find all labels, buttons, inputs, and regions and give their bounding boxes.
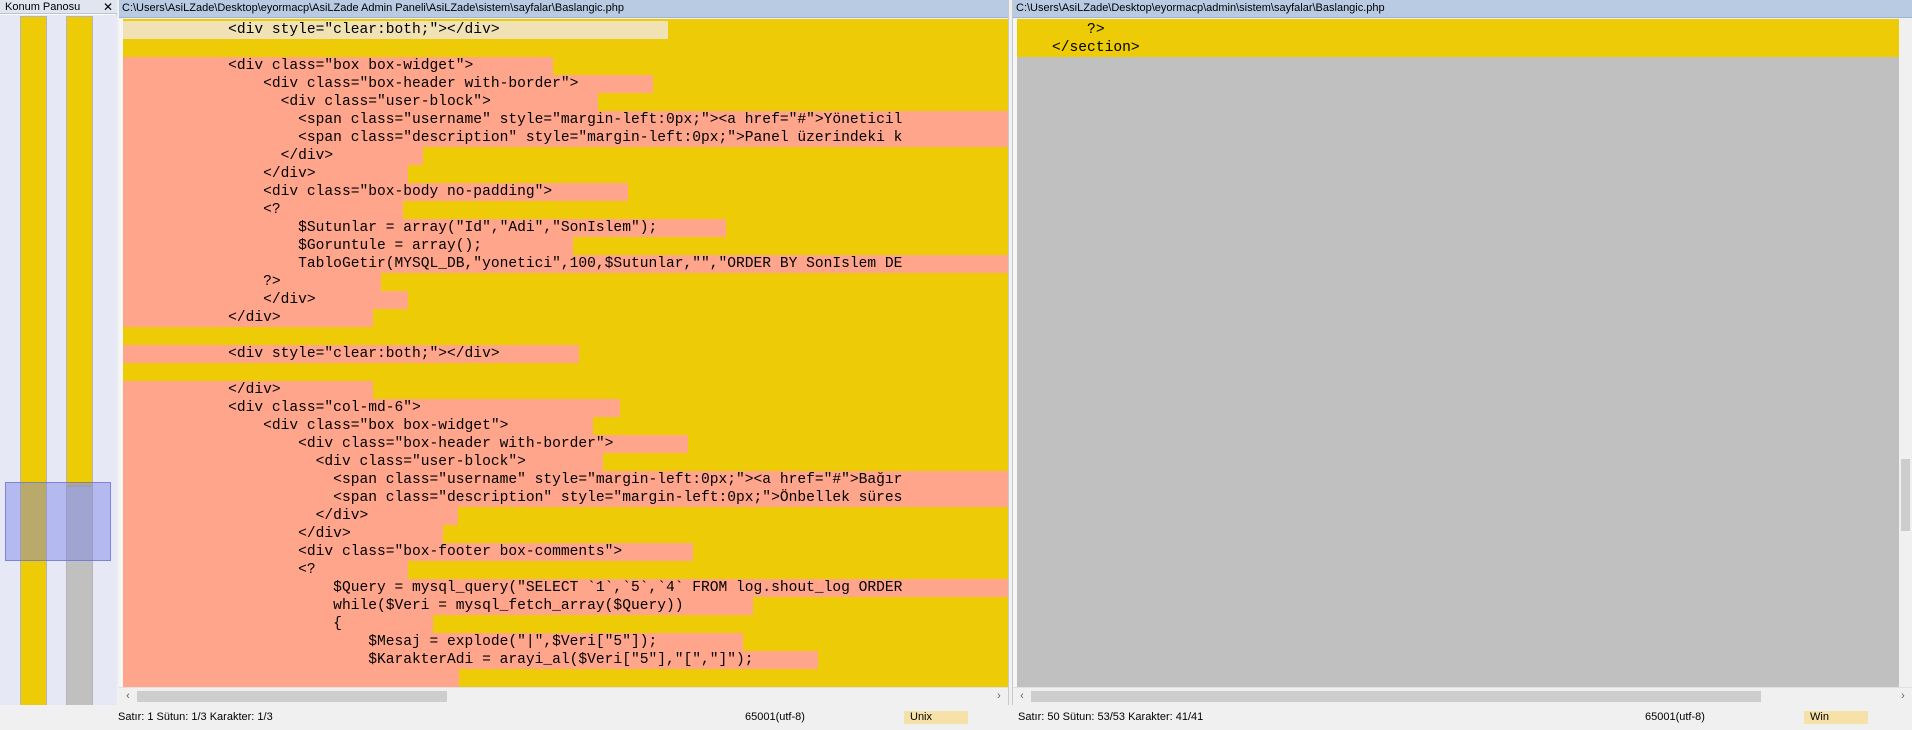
location-panel-header: Konum Panosu ✕ (0, 0, 117, 14)
left-code-line[interactable]: <? (123, 201, 281, 219)
scroll-left-icon[interactable]: ‹ (1015, 689, 1029, 704)
right-file-path: C:\Users\AsiLZade\Desktop\eyormacp\admin… (1013, 0, 1912, 18)
right-vertical-scrollbar[interactable] (1899, 19, 1912, 687)
right-horizontal-scrollbar[interactable]: ‹ › (1013, 687, 1912, 704)
right-eol-badge: Win (1804, 711, 1868, 724)
left-code-line[interactable]: <span class="description" style="margin-… (123, 129, 902, 147)
right-encoding: 65001(utf-8) (1645, 711, 1705, 723)
right-file-map-bar[interactable] (66, 16, 93, 486)
location-map[interactable] (0, 15, 117, 716)
left-code-line[interactable]: <span class="username" style="margin-lef… (123, 471, 902, 489)
scroll-left-icon[interactable]: ‹ (121, 689, 135, 704)
left-code-line[interactable]: <div class="box-footer box-comments"> (123, 543, 622, 561)
left-code-line[interactable]: <div class="box-header with-border"> (123, 75, 578, 93)
right-changed-region (1017, 19, 1899, 57)
left-code-line[interactable]: $Query = mysql_query("SELECT `1`,`5`,`4`… (123, 579, 902, 597)
left-code-line[interactable]: <div class="col-md-6"> (123, 399, 421, 417)
right-code-line[interactable]: ?> (1017, 21, 1105, 39)
viewport-indicator[interactable] (5, 482, 111, 561)
left-cursor-position: Satır: 1 Sütun: 1/3 Karakter: 1/3 (118, 711, 273, 723)
left-code-line[interactable]: $Goruntule = array(); (123, 237, 482, 255)
left-code-line[interactable]: <div class="box box-widget"> (123, 57, 473, 75)
left-eol-badge: Unix (904, 711, 968, 724)
status-bar: Satır: 1 Sütun: 1/3 Karakter: 1/3 65001(… (0, 705, 1912, 730)
vertical-scroll-thumb[interactable] (1901, 459, 1910, 531)
left-code-line[interactable]: <div class="box box-widget"> (123, 417, 508, 435)
left-code-line[interactable]: </div> (123, 309, 281, 327)
right-code-line[interactable]: </section> (1017, 39, 1140, 57)
left-code-line[interactable]: <span class="description" style="margin-… (123, 489, 902, 507)
left-code-line[interactable]: <div class="box-header with-border"> (123, 435, 613, 453)
horizontal-scroll-thumb[interactable] (1031, 691, 1761, 702)
right-cursor-position: Satır: 50 Sütun: 53/53 Karakter: 41/41 (1018, 711, 1204, 723)
left-code-line[interactable]: </div> (123, 381, 281, 399)
left-code-line[interactable]: <span class="username" style="margin-lef… (123, 111, 902, 129)
left-code-line[interactable]: <div class="user-block"> (123, 93, 491, 111)
scroll-right-icon[interactable]: › (1896, 689, 1910, 704)
left-encoding: 65001(utf-8) (745, 711, 805, 723)
left-code-line[interactable]: <? (123, 561, 316, 579)
left-code-line[interactable]: $Mesaj = explode("|",$Veri["5"]); (123, 633, 657, 651)
left-horizontal-scrollbar[interactable]: ‹ › (119, 687, 1008, 704)
left-code-line[interactable]: { (123, 615, 342, 633)
left-file-path: C:\Users\AsiLZade\Desktop\eyormacp\AsiLZ… (119, 0, 1008, 18)
left-code-line[interactable]: ?> (123, 273, 281, 291)
location-panel: Konum Panosu ✕ (0, 0, 117, 716)
left-code-line[interactable]: </div> (123, 291, 316, 309)
left-code-line[interactable]: </div> (123, 147, 334, 165)
left-code-line[interactable]: TabloGetir(MYSQL_DB,"yonetici",100,$Sutu… (123, 255, 902, 273)
left-code-line[interactable]: $Sutunlar = array("Id","Adi","SonIslem")… (123, 219, 657, 237)
left-editor[interactable]: <div style="clear:both;"></div> <div cla… (119, 19, 1008, 687)
left-code-line[interactable]: </div> (123, 507, 369, 525)
horizontal-scroll-thumb[interactable] (137, 691, 447, 702)
scroll-right-icon[interactable]: › (992, 689, 1006, 704)
left-code-line[interactable]: <div class="user-block"> (123, 453, 526, 471)
left-diff-highlight (123, 669, 459, 687)
left-code-line[interactable]: </div> (123, 165, 316, 183)
location-panel-title: Konum Panosu (5, 1, 81, 13)
left-code-line[interactable]: <div class="box-body no-padding"> (123, 183, 552, 201)
right-gutter (1013, 19, 1017, 687)
left-code-line[interactable]: <div style="clear:both;"></div> (123, 21, 500, 39)
left-file-map-bar[interactable] (20, 16, 47, 716)
right-editor[interactable]: ?> </section> (1013, 19, 1899, 687)
left-code-line[interactable]: </div> (123, 525, 351, 543)
left-code-line[interactable]: $KarakterAdi = arayi_al($Veri["5"],"[","… (123, 651, 753, 669)
left-code-line[interactable]: <div style="clear:both;"></div> (123, 345, 500, 363)
close-icon[interactable]: ✕ (103, 0, 113, 14)
left-code-line[interactable]: while($Veri = mysql_fetch_array($Query)) (123, 597, 683, 615)
